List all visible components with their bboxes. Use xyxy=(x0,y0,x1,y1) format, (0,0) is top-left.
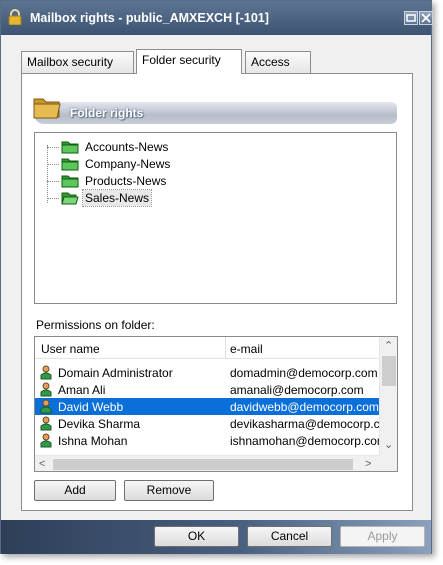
tree-item-label: Accounts-News xyxy=(85,140,169,154)
dialog-window: Mailbox rights - public_AMXEXCH [-101] M… xyxy=(0,0,433,554)
folder-icon xyxy=(61,141,79,154)
vertical-scrollbar[interactable]: ⌃ ⌄ xyxy=(379,337,397,455)
email-cell: ishnamohan@democorp.com xyxy=(230,434,379,448)
ok-button[interactable]: OK xyxy=(154,526,239,547)
user-icon xyxy=(40,416,52,431)
tree-item-label: Products-News xyxy=(85,174,167,188)
table-row[interactable]: Domain Administrator domadmin@democorp.c… xyxy=(35,364,379,381)
user-name-cell: Aman Ali xyxy=(58,383,106,397)
window-title: Mailbox rights - public_AMXEXCH [-101] xyxy=(30,11,269,25)
user-icon xyxy=(40,433,52,448)
folder-open-icon xyxy=(61,192,79,205)
table-row[interactable]: Aman Ali amanali@democorp.com xyxy=(35,381,379,398)
tab-mailbox-security[interactable]: Mailbox security xyxy=(21,51,134,73)
scrollbar-corner xyxy=(379,455,397,471)
folder-icon xyxy=(61,175,79,188)
table-row[interactable]: Devika Sharma devikasharma@democorp.coi xyxy=(35,415,389,432)
table-row[interactable]: David Webb davidwebb@democorp.com xyxy=(35,398,379,415)
email-cell: devikasharma@democorp.coi xyxy=(230,417,389,431)
scroll-down-icon[interactable]: ⌄ xyxy=(384,439,393,451)
tab-folder-security[interactable]: Folder security xyxy=(136,49,242,74)
folder-icon xyxy=(33,98,61,119)
close-button[interactable] xyxy=(419,11,433,25)
user-name-cell: David Webb xyxy=(58,400,124,414)
permissions-list[interactable]: User name e-mail Domain Administrator do… xyxy=(34,336,398,472)
user-name-cell: Ishna Mohan xyxy=(58,434,128,448)
email-cell: domadmin@democorp.com xyxy=(230,366,378,380)
user-icon xyxy=(40,382,52,397)
email-cell: amanali@democorp.com xyxy=(230,383,364,397)
maximize-icon xyxy=(406,14,416,22)
scroll-up-icon[interactable]: ⌃ xyxy=(384,340,393,352)
folder-security-panel: Folder rights Accounts-News Company-News… xyxy=(21,73,413,511)
user-name-cell: Domain Administrator xyxy=(58,366,173,380)
scroll-left-icon[interactable]: < xyxy=(39,458,45,470)
tree-line xyxy=(47,164,59,165)
tree-line xyxy=(47,198,59,199)
user-name-cell: Devika Sharma xyxy=(58,417,141,431)
vertical-scroll-thumb[interactable] xyxy=(382,356,396,386)
horizontal-scrollbar[interactable]: < > xyxy=(35,455,379,471)
user-icon xyxy=(40,365,52,380)
tree-line xyxy=(47,145,48,203)
dialog-footer: OK Cancel Apply xyxy=(1,520,431,554)
permissions-label: Permissions on folder: xyxy=(36,318,155,332)
folder-rights-header: Folder rights xyxy=(33,98,397,124)
column-header-email[interactable]: e-mail xyxy=(230,342,263,356)
list-header: User name e-mail xyxy=(35,337,379,359)
folder-rights-title: Folder rights xyxy=(70,106,144,120)
tree-line xyxy=(47,147,59,148)
tree-item-label: Sales-News xyxy=(81,189,153,207)
folder-tree[interactable]: Accounts-News Company-News Products-News… xyxy=(34,132,397,304)
cancel-button[interactable]: Cancel xyxy=(247,526,332,547)
horizontal-scroll-thumb[interactable] xyxy=(53,459,353,470)
add-button[interactable]: Add xyxy=(34,480,116,501)
apply-button[interactable]: Apply xyxy=(340,526,425,547)
tree-line xyxy=(47,181,59,182)
user-icon xyxy=(40,399,52,414)
folder-icon xyxy=(61,158,79,171)
email-cell: davidwebb@democorp.com xyxy=(230,400,379,414)
title-bar[interactable]: Mailbox rights - public_AMXEXCH [-101] xyxy=(1,1,433,35)
scroll-right-icon[interactable]: > xyxy=(365,458,371,470)
column-divider[interactable] xyxy=(225,337,226,359)
maximize-button[interactable] xyxy=(404,11,418,25)
close-icon xyxy=(421,13,431,23)
remove-button[interactable]: Remove xyxy=(124,480,214,501)
column-header-user-name[interactable]: User name xyxy=(41,342,100,356)
table-row[interactable]: Ishna Mohan ishnamohan@democorp.com xyxy=(35,432,379,454)
lock-icon xyxy=(8,9,22,25)
tree-item-label: Company-News xyxy=(85,157,171,171)
tab-access[interactable]: Access xyxy=(245,51,311,73)
